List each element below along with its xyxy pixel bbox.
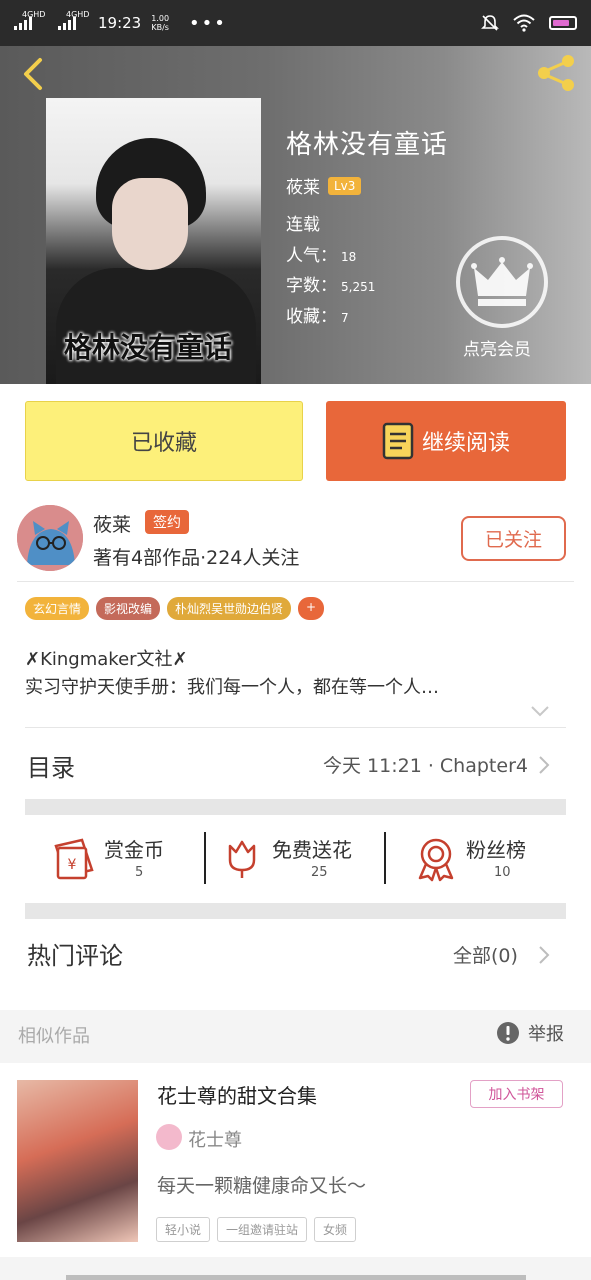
continue-reading-button[interactable]: 继续阅读 bbox=[326, 401, 566, 481]
word-count-value: 5,251 bbox=[341, 280, 376, 294]
level-badge: Lv3 bbox=[328, 176, 362, 195]
net-speed: 1.00 KB/s bbox=[151, 14, 169, 32]
similar-work-tags: 轻小说 一组邀请驻站 女频 bbox=[156, 1217, 357, 1242]
word-count-label: 字数： bbox=[286, 276, 337, 296]
svg-text:¥: ¥ bbox=[68, 857, 77, 873]
reward-coins-button[interactable]: ¥ 赏金币 5 bbox=[52, 832, 192, 886]
vip-button[interactable] bbox=[456, 236, 548, 328]
catalog-latest-update[interactable]: 今天 11:21 · Chapter4 bbox=[323, 751, 528, 778]
back-arrow-icon[interactable] bbox=[14, 54, 54, 94]
follow-label: 已关注 bbox=[484, 529, 542, 551]
reward-separator bbox=[204, 832, 206, 884]
net-speed-unit: KB/s bbox=[151, 23, 169, 32]
section-gap bbox=[25, 903, 566, 919]
similar-works-label: 相似作品 bbox=[18, 1026, 90, 1047]
word-count: 字数： 5,251 bbox=[286, 271, 375, 296]
intro-line-2: 实习守护天使手册：我们每一个人，都在等一个人… bbox=[25, 677, 439, 698]
book-status: 连载 bbox=[286, 215, 320, 235]
fan-rank-count: 10 bbox=[494, 865, 511, 880]
section-gap bbox=[25, 799, 566, 815]
share-icon[interactable] bbox=[534, 50, 580, 96]
cover-figure-face bbox=[112, 178, 188, 270]
add-to-shelf-button[interactable]: 加入书架 bbox=[470, 1080, 563, 1108]
red-envelope-icon: ¥ bbox=[54, 838, 94, 880]
chevron-right-icon[interactable] bbox=[538, 945, 550, 965]
tag-item[interactable]: 玄幻言情 bbox=[25, 597, 90, 620]
flower-icon bbox=[228, 840, 256, 878]
mute-bell-icon bbox=[481, 15, 499, 31]
chevron-right-icon[interactable] bbox=[538, 755, 550, 775]
similar-work-description: 每天一颗糖健康命又长～ bbox=[157, 1175, 367, 1197]
more-dots: ••• bbox=[189, 12, 227, 34]
popularity-value: 18 bbox=[341, 250, 357, 264]
crown-icon bbox=[471, 257, 533, 306]
author-stats: 著有4部作品·224人关注 bbox=[93, 547, 300, 569]
hot-comments-label: 热门评论 bbox=[27, 942, 123, 970]
all-comments-link[interactable]: 全部(0) bbox=[453, 941, 518, 968]
send-flower-label: 免费送花 bbox=[272, 838, 352, 862]
signed-badge: 签约 bbox=[145, 510, 189, 534]
similar-work-cover[interactable] bbox=[17, 1080, 138, 1242]
author-avatar[interactable] bbox=[17, 505, 83, 571]
divider-intro bbox=[25, 727, 566, 728]
fan-rank-label: 粉丝榜 bbox=[466, 838, 526, 862]
report-exclamation-icon[interactable] bbox=[496, 1021, 520, 1045]
book-title: 格林没有童话 bbox=[286, 130, 449, 160]
clock: 19:23 bbox=[98, 14, 142, 32]
chevron-down-icon[interactable] bbox=[530, 704, 550, 718]
report-button[interactable]: 举报 bbox=[528, 1020, 564, 1046]
favorites: 收藏： 7 bbox=[286, 302, 349, 327]
signal-2-icon: 4GHD bbox=[58, 10, 89, 30]
status-left: 4GHD 4GHD 19:23 1.00 KB/s ••• bbox=[14, 10, 227, 34]
favorites-value: 7 bbox=[341, 311, 349, 325]
cover-title: 格林没有童话 bbox=[64, 331, 233, 364]
similar-tag: 女频 bbox=[314, 1217, 357, 1242]
network-type-2: 4GHD bbox=[66, 10, 90, 19]
tag-item[interactable]: 影视改编 bbox=[96, 597, 161, 620]
book-header: 格林没有童话 格林没有童话 莜莱 Lv3 连载 人气： 18 字数： 5,251 收… bbox=[0, 46, 591, 384]
fan-rank-button[interactable]: 粉丝榜 10 bbox=[416, 832, 566, 886]
author-name[interactable]: 莜莱 bbox=[93, 510, 131, 537]
network-type-1: 4GHD bbox=[22, 10, 46, 19]
reward-coins-label: 赏金币 bbox=[104, 838, 164, 862]
add-to-shelf-label: 加入书架 bbox=[488, 1087, 545, 1103]
battery-icon bbox=[549, 16, 577, 30]
status-bar: 4GHD 4GHD 19:23 1.00 KB/s ••• bbox=[0, 0, 591, 46]
vip-label[interactable]: 点亮会员 bbox=[463, 335, 531, 360]
divider-author bbox=[17, 581, 574, 582]
genre-tags: 玄幻言情 影视改编 朴灿烈吴世勋边伯贤 + bbox=[25, 597, 325, 620]
send-flower-button[interactable]: 免费送花 25 bbox=[222, 832, 382, 886]
similar-tag: 轻小说 bbox=[156, 1217, 211, 1242]
favorited-button[interactable]: 已收藏 bbox=[25, 401, 303, 481]
similar-tag: 一组邀请驻站 bbox=[217, 1217, 308, 1242]
book-icon bbox=[382, 422, 414, 460]
favorited-label: 已收藏 bbox=[130, 431, 197, 456]
favorites-label: 收藏： bbox=[286, 307, 337, 327]
book-cover[interactable]: 格林没有童话 bbox=[46, 98, 261, 384]
net-speed-value: 1.00 bbox=[151, 14, 170, 23]
similar-work-title[interactable]: 花士尊的甜文合集 bbox=[157, 1080, 317, 1109]
follow-button[interactable]: 已关注 bbox=[461, 516, 566, 561]
add-tag-button[interactable]: + bbox=[298, 597, 325, 620]
book-author[interactable]: 莜莱 bbox=[286, 173, 320, 198]
similar-author-avatar bbox=[156, 1124, 182, 1150]
send-flower-count: 25 bbox=[311, 865, 328, 880]
next-card-edge bbox=[66, 1275, 526, 1280]
signal-1-icon: 4GHD bbox=[14, 10, 45, 30]
reward-coins-count: 5 bbox=[135, 865, 144, 880]
tag-item[interactable]: 朴灿烈吴世勋边伯贤 bbox=[167, 597, 292, 620]
status-right bbox=[481, 14, 577, 32]
popularity-label: 人气： bbox=[286, 246, 337, 266]
similar-work-author[interactable]: 花士尊 bbox=[188, 1126, 242, 1152]
catalog-label[interactable]: 目录 bbox=[27, 748, 75, 783]
popularity: 人气： 18 bbox=[286, 241, 356, 266]
wifi-icon bbox=[513, 14, 535, 32]
avatar-cat-image bbox=[17, 505, 83, 571]
reward-separator bbox=[384, 832, 386, 884]
book-author-row: 莜莱 Lv3 bbox=[286, 173, 362, 198]
continue-reading-label: 继续阅读 bbox=[421, 431, 510, 456]
intro-line-1: ✗Kingmaker文社✗ bbox=[25, 649, 188, 670]
medal-icon bbox=[418, 838, 454, 882]
